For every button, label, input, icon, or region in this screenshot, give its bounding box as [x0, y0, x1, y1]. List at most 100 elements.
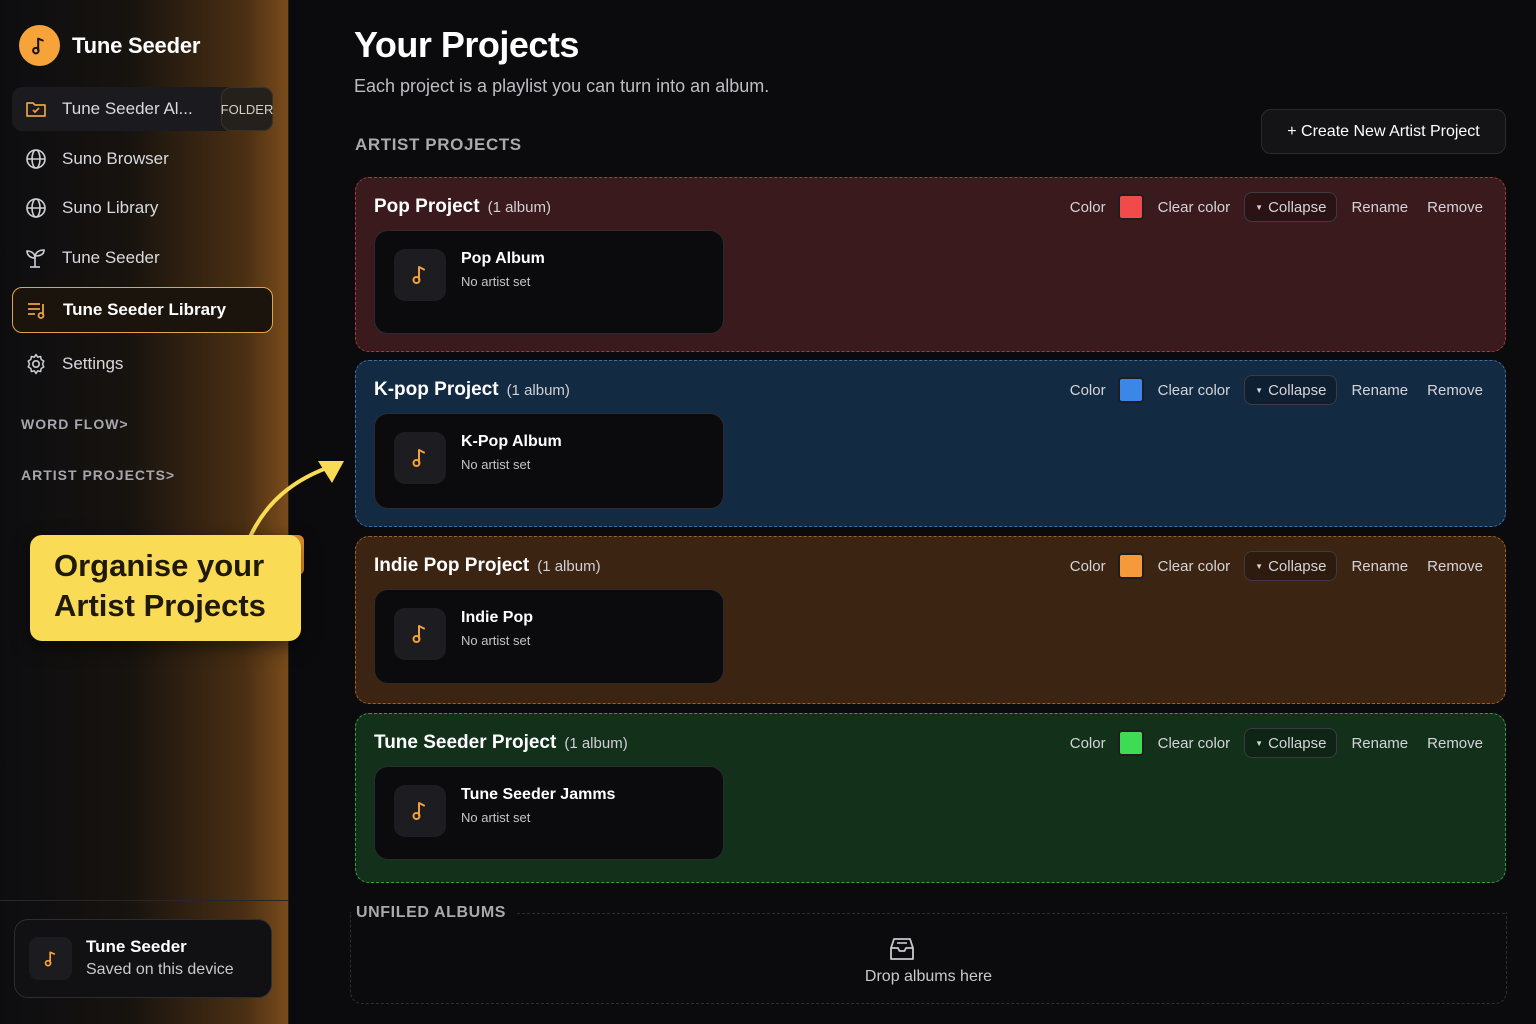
album-title: Pop Album: [461, 250, 545, 267]
artist-projects-heading: ARTIST PROJECTS: [355, 135, 522, 154]
callout-line-2: Artist Projects: [54, 588, 266, 623]
project-controls: Color Clear color ▼ Collapse Rename Remov…: [1070, 728, 1483, 758]
color-label: Color: [1069, 198, 1106, 216]
collapse-label: Collapse: [1268, 557, 1327, 575]
sidebar-item-tune-seeder[interactable]: Tune Seeder: [12, 236, 273, 280]
callout-box: Organise your Artist Projects: [30, 535, 301, 641]
collapse-button[interactable]: ▼ Collapse: [1244, 728, 1338, 758]
music-note-icon: [29, 937, 72, 980]
project-controls: Color Clear color ▼ Collapse Rename Remov…: [1070, 375, 1483, 405]
remove-button[interactable]: Remove: [1427, 382, 1483, 399]
caret-down-icon: ▼: [1255, 385, 1264, 395]
project-name[interactable]: Indie Pop Project (1 album): [374, 555, 601, 577]
album-card[interactable]: Tune Seeder Jamms No artist set: [374, 766, 724, 860]
music-note-logo-icon: [19, 25, 60, 66]
sidebar-item-label: Tune Seeder Library: [63, 300, 227, 319]
brand[interactable]: Tune Seeder: [19, 25, 200, 66]
section-link-word-flow[interactable]: WORD FLOW>: [21, 416, 129, 432]
color-label: Color: [1069, 734, 1106, 752]
project-title: Tune Seeder Project: [374, 732, 557, 753]
project-count: (1 album): [487, 199, 551, 216]
rename-button[interactable]: Rename: [1351, 199, 1408, 216]
project-card-tune-seeder: Tune Seeder Project (1 album) Color Clear…: [355, 713, 1506, 883]
folder-badge[interactable]: FOLDER: [221, 87, 273, 131]
collapse-button[interactable]: ▼ Collapse: [1244, 375, 1338, 405]
remove-button[interactable]: Remove: [1427, 735, 1483, 752]
caret-down-icon: ▼: [1255, 738, 1264, 748]
collapse-label: Collapse: [1268, 734, 1327, 752]
sidebar-item-label: Suno Library: [62, 198, 159, 217]
collapse-label: Collapse: [1268, 198, 1327, 216]
sidebar-item-label: Tune Seeder Al...: [62, 99, 193, 118]
album-card[interactable]: K-Pop Album No artist set: [374, 413, 724, 509]
color-swatch[interactable]: [1117, 377, 1144, 403]
project-title: Indie Pop Project: [374, 555, 530, 576]
color-swatch[interactable]: [1117, 553, 1144, 579]
clear-color-button[interactable]: Clear color: [1158, 382, 1231, 399]
album-title: Indie Pop: [461, 609, 533, 626]
section-link-artist-projects[interactable]: ARTIST PROJECTS>: [21, 467, 175, 483]
color-swatch[interactable]: [1117, 194, 1144, 220]
project-title: K-pop Project: [374, 379, 499, 400]
album-card[interactable]: Indie Pop No artist set: [374, 589, 724, 684]
create-artist-project-button[interactable]: + Create New Artist Project: [1261, 109, 1506, 154]
album-artist: No artist set: [461, 633, 531, 648]
app-title: Tune Seeder: [72, 32, 201, 58]
folder-icon: [24, 97, 48, 121]
color-swatch[interactable]: [1117, 730, 1144, 756]
playlist-icon: [25, 298, 49, 322]
sidebar-item-folder[interactable]: Tune Seeder Al... FOLDER: [12, 87, 273, 131]
music-note-icon: [394, 785, 446, 837]
project-card-kpop: K-pop Project (1 album) Color Clear color…: [355, 360, 1506, 527]
collapse-button[interactable]: ▼ Collapse: [1244, 551, 1338, 581]
remove-button[interactable]: Remove: [1427, 558, 1483, 575]
project-title: Pop Project: [374, 196, 480, 217]
project-controls: Color Clear color ▼ Collapse Rename Remov…: [1070, 192, 1483, 222]
music-note-icon: [394, 249, 446, 301]
caret-down-icon: ▼: [1255, 561, 1264, 571]
remove-button[interactable]: Remove: [1427, 199, 1483, 216]
clear-color-button[interactable]: Clear color: [1158, 735, 1231, 752]
caret-down-icon: ▼: [1255, 202, 1264, 212]
gear-icon: [24, 352, 48, 376]
sidebar-item-suno-library[interactable]: Suno Library: [12, 186, 273, 230]
color-label: Color: [1069, 381, 1106, 399]
collapse-button[interactable]: ▼ Collapse: [1244, 192, 1338, 222]
sidebar-item-label: Suno Browser: [62, 149, 169, 168]
inbox-tray-icon: [890, 938, 914, 960]
project-controls: Color Clear color ▼ Collapse Rename Remov…: [1070, 551, 1483, 581]
sidebar-item-label: Settings: [62, 354, 124, 373]
project-card-indie-pop: Indie Pop Project (1 album) Color Clear c…: [355, 536, 1506, 704]
globe-icon: [24, 147, 48, 171]
project-count: (1 album): [506, 382, 570, 399]
page-subtitle: Each project is a playlist you can turn …: [354, 76, 770, 96]
album-card[interactable]: Pop Album No artist set: [374, 230, 724, 334]
globe-icon: [24, 196, 48, 220]
page-title: Your Projects: [354, 24, 579, 65]
unfiled-albums-heading: UNFILED ALBUMS: [356, 904, 507, 921]
unfiled-dropzone[interactable]: Drop albums here: [350, 912, 1507, 1004]
album-artist: No artist set: [461, 274, 531, 289]
project-count: (1 album): [564, 735, 628, 752]
sidebar-item-suno-browser[interactable]: Suno Browser: [12, 137, 273, 181]
project-count: (1 album): [537, 558, 601, 575]
color-label: Color: [1069, 557, 1106, 575]
music-note-icon: [394, 608, 446, 660]
callout-line-1: Organise your: [54, 548, 265, 583]
rename-button[interactable]: Rename: [1351, 382, 1408, 399]
music-note-icon: [394, 432, 446, 484]
project-name[interactable]: K-pop Project (1 album): [374, 379, 570, 401]
clear-color-button[interactable]: Clear color: [1158, 199, 1231, 216]
project-name[interactable]: Pop Project (1 album): [374, 196, 551, 218]
device-title: Tune Seeder: [86, 937, 187, 956]
rename-button[interactable]: Rename: [1351, 558, 1408, 575]
project-name[interactable]: Tune Seeder Project (1 album): [374, 732, 628, 754]
album-title: Tune Seeder Jamms: [461, 786, 616, 803]
album-artist: No artist set: [461, 457, 531, 472]
sidebar-item-settings[interactable]: Settings: [12, 342, 273, 386]
clear-color-button[interactable]: Clear color: [1158, 558, 1231, 575]
rename-button[interactable]: Rename: [1351, 735, 1408, 752]
sidebar-item-tune-seeder-library[interactable]: Tune Seeder Library: [12, 287, 273, 333]
sidebar-item-label: Tune Seeder: [62, 248, 160, 267]
device-card[interactable]: Tune Seeder Saved on this device: [14, 919, 272, 998]
